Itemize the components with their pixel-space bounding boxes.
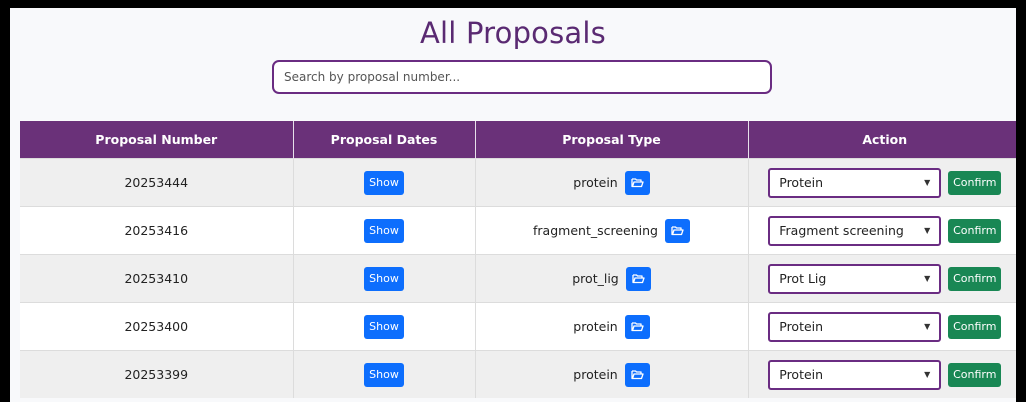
action-cell: Prot Lig ▼ Confirm <box>748 254 1016 303</box>
show-dates-button[interactable]: Show <box>364 362 404 387</box>
proposals-page: All Proposals Proposal Number Proposal D… <box>10 8 1016 402</box>
type-select-value: Fragment screening <box>779 223 904 238</box>
show-dates-button[interactable]: Show <box>364 314 404 339</box>
table-row: 20253399 Show protein Protein ▼ Confirm <box>20 350 1016 398</box>
proposal-number: 20253399 <box>20 350 294 398</box>
folder-open-icon[interactable] <box>624 314 650 339</box>
table-row: 20253416 Show fragment_screening Fragmen… <box>20 206 1016 255</box>
proposal-type: protein <box>573 367 618 382</box>
dates-cell: Show <box>293 254 476 303</box>
table-row: 20253400 Show protein Protein ▼ Confirm <box>20 302 1016 351</box>
caret-down-icon: ▼ <box>924 226 931 235</box>
proposal-number: 20253400 <box>20 302 294 351</box>
confirm-button[interactable]: Confirm <box>948 362 1002 387</box>
type-select[interactable]: Protein ▼ <box>768 167 942 198</box>
type-cell: prot_lig <box>475 254 749 303</box>
show-dates-button[interactable]: Show <box>364 266 404 291</box>
dates-cell: Show <box>293 158 476 207</box>
proposal-number: 20253444 <box>20 158 294 207</box>
type-cell: protein <box>475 158 749 207</box>
type-select[interactable]: Prot Lig ▼ <box>768 263 942 294</box>
header-proposal-dates: Proposal Dates <box>293 121 476 159</box>
action-cell: Fragment screening ▼ Confirm <box>748 206 1016 255</box>
proposal-number: 20253410 <box>20 254 294 303</box>
folder-open-icon[interactable] <box>624 170 650 195</box>
proposal-type: protein <box>573 319 618 334</box>
caret-down-icon: ▼ <box>924 370 931 379</box>
folder-open-icon[interactable] <box>624 362 650 387</box>
type-select[interactable]: Fragment screening ▼ <box>768 215 942 246</box>
type-select[interactable]: Protein ▼ <box>768 311 942 342</box>
proposal-number: 20253416 <box>20 206 294 255</box>
table-row: 20253410 Show prot_lig Prot Lig ▼ Confir… <box>20 254 1016 303</box>
show-dates-button[interactable]: Show <box>364 170 404 195</box>
caret-down-icon: ▼ <box>924 178 931 187</box>
confirm-button[interactable]: Confirm <box>948 266 1002 291</box>
header-proposal-number: Proposal Number <box>20 121 294 159</box>
dates-cell: Show <box>293 302 476 351</box>
type-select-value: Prot Lig <box>779 271 827 286</box>
caret-down-icon: ▼ <box>924 274 931 283</box>
action-cell: Protein ▼ Confirm <box>748 302 1016 351</box>
dates-cell: Show <box>293 350 476 398</box>
type-select[interactable]: Protein ▼ <box>768 359 942 390</box>
folder-open-icon[interactable] <box>664 218 690 243</box>
type-cell: protein <box>475 350 749 398</box>
type-select-value: Protein <box>779 367 824 382</box>
header-action: Action <box>748 121 1016 159</box>
action-cell: Protein ▼ Confirm <box>748 158 1016 207</box>
proposal-type: protein <box>573 175 618 190</box>
caret-down-icon: ▼ <box>924 322 931 331</box>
action-cell: Protein ▼ Confirm <box>748 350 1016 398</box>
dates-cell: Show <box>293 206 476 255</box>
table-row: 20253444 Show protein Protein ▼ Confirm <box>20 158 1016 207</box>
proposal-type: fragment_screening <box>533 223 658 238</box>
show-dates-button[interactable]: Show <box>364 218 404 243</box>
confirm-button[interactable]: Confirm <box>948 170 1002 195</box>
table-header-row: Proposal Number Proposal Dates Proposal … <box>20 121 1016 159</box>
search-input[interactable] <box>272 60 772 94</box>
type-select-value: Protein <box>779 319 824 334</box>
confirm-button[interactable]: Confirm <box>948 218 1002 243</box>
type-select-value: Protein <box>779 175 824 190</box>
header-proposal-type: Proposal Type <box>475 121 749 159</box>
proposals-table: Proposal Number Proposal Dates Proposal … <box>20 121 1016 398</box>
confirm-button[interactable]: Confirm <box>948 314 1002 339</box>
folder-open-icon[interactable] <box>625 266 651 291</box>
page-title: All Proposals <box>420 16 606 50</box>
proposal-type: prot_lig <box>572 271 619 286</box>
type-cell: protein <box>475 302 749 351</box>
type-cell: fragment_screening <box>475 206 749 255</box>
